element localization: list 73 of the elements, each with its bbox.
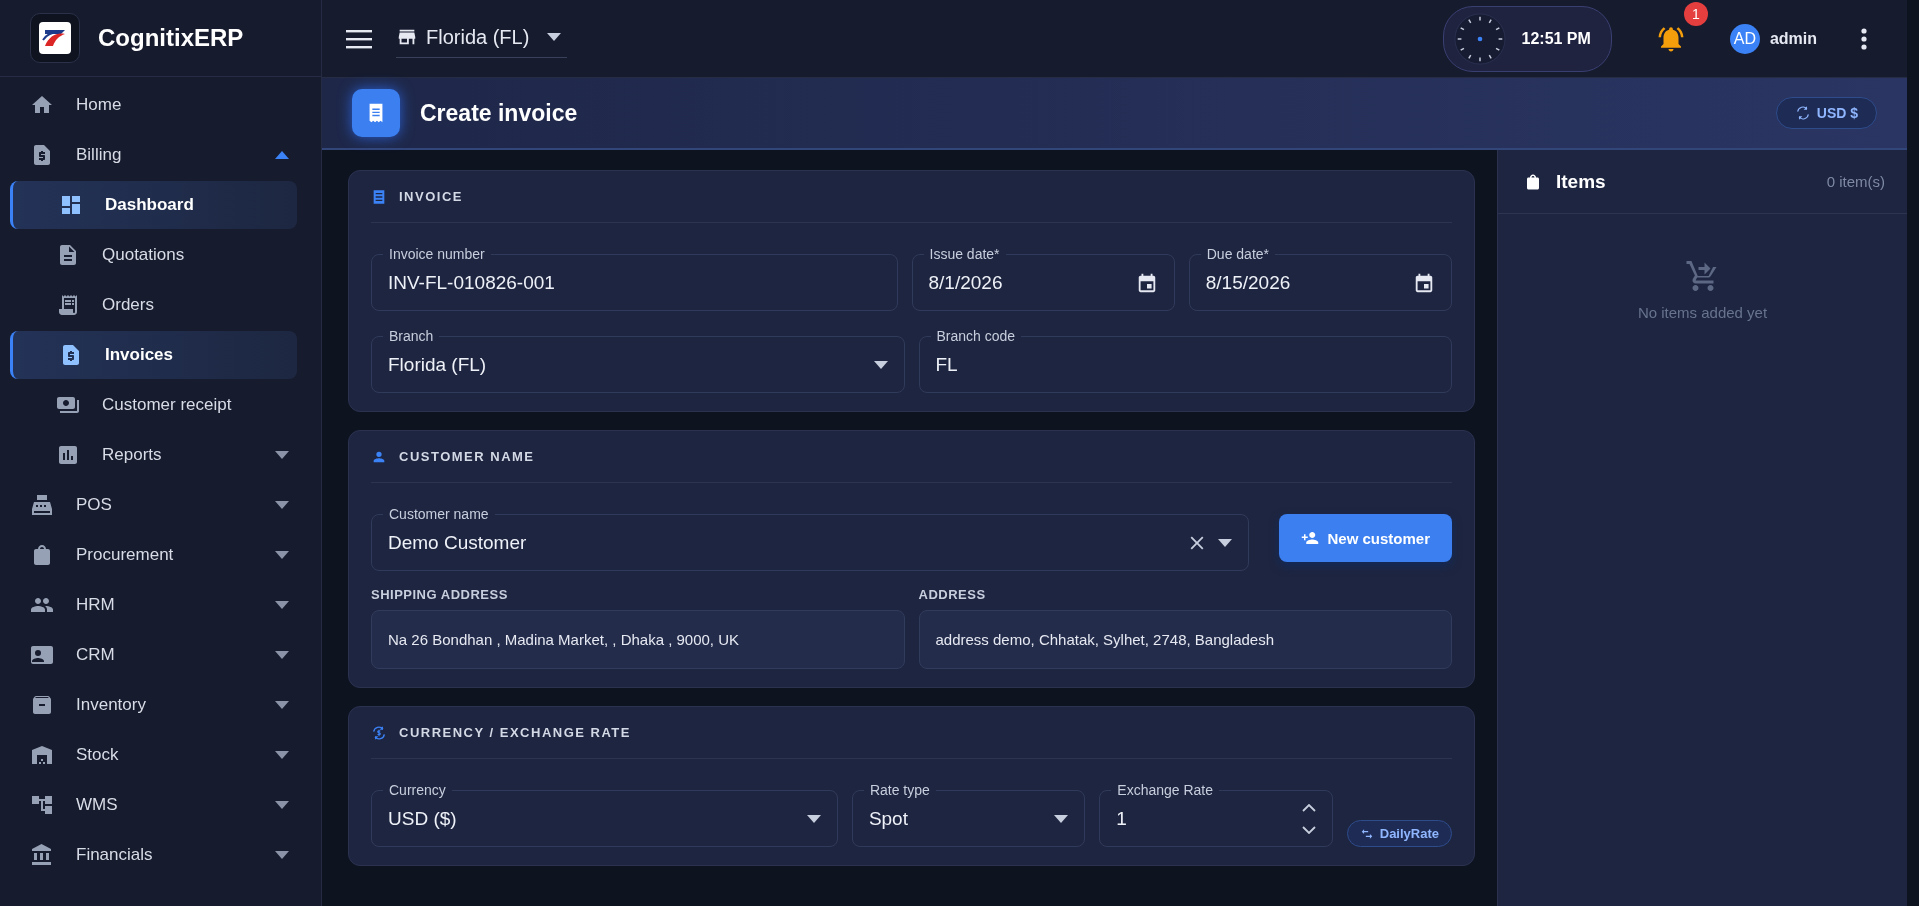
nav-icon <box>56 293 80 317</box>
expand-caret-icon <box>275 801 289 809</box>
currency-exchange-icon <box>371 724 387 741</box>
nav-icon <box>30 843 54 867</box>
address-text: Na 26 Bondhan , Madina Market, , Dhaka , 9000, UK <box>371 610 905 669</box>
document-icon <box>371 188 387 205</box>
nav-item[interactable]: Invoices <box>10 331 297 379</box>
address-label: SHIPPING ADDRESS <box>371 587 509 602</box>
nav-icon <box>30 743 54 767</box>
user-avatar[interactable]: AD <box>1729 23 1760 54</box>
nav-item[interactable]: Financials <box>10 831 297 879</box>
nav-item[interactable]: Dashboard <box>10 181 297 229</box>
calendar-icon <box>1413 271 1435 294</box>
caret-icon <box>806 814 821 823</box>
nav-item[interactable]: Customer receipt <box>10 381 297 429</box>
currency-badge[interactable]: USD $ <box>1775 97 1877 129</box>
currency-exchange-icon <box>1794 105 1811 121</box>
expand-caret-icon <box>275 851 289 859</box>
nav-item[interactable]: Stock <box>10 731 297 779</box>
nav-item[interactable]: HRM <box>10 581 297 629</box>
caret-icon <box>1054 814 1069 823</box>
expand-caret-icon <box>275 751 289 759</box>
user-name[interactable]: admin <box>1769 29 1817 48</box>
collapse-caret-icon <box>275 151 289 159</box>
nav-icon <box>59 193 83 217</box>
invoice-icon <box>352 89 400 137</box>
expand-caret-icon <box>275 551 289 559</box>
nav-icon <box>30 493 54 517</box>
nav-icon <box>30 643 54 667</box>
item-count: 0 item(s) <box>1826 173 1885 190</box>
expand-caret-icon <box>275 651 289 659</box>
add-person-icon <box>1301 529 1320 547</box>
notification-badge: 1 <box>1683 1 1708 26</box>
address-label: ADDRESS <box>918 587 987 602</box>
field-label: Exchange Rate <box>1111 781 1220 799</box>
expand-caret-icon <box>275 451 289 459</box>
section-title: CURRENCY / EXCHANGE RATE <box>399 725 631 740</box>
caret-icon <box>873 360 888 369</box>
daily-rate-button[interactable]: DailyRate <box>1346 820 1452 847</box>
page-title: Create invoice <box>420 99 578 127</box>
expand-caret-icon <box>275 601 289 609</box>
nav-icon <box>30 693 54 717</box>
nav-item[interactable]: Inventory <box>10 681 297 729</box>
more-icon <box>1861 27 1867 50</box>
section-title: INVOICE <box>399 189 463 204</box>
panel-title: Items <box>1556 170 1607 193</box>
nav-item[interactable]: Home <box>10 81 297 129</box>
caret-icon <box>1218 538 1233 547</box>
bag-icon <box>1524 172 1542 191</box>
caret-icon <box>547 33 562 41</box>
nav-item[interactable]: WMS <box>10 781 297 829</box>
nav-icon <box>30 793 54 817</box>
nav-item[interactable]: POS <box>10 481 297 529</box>
menu-icon <box>346 28 372 49</box>
address-text: address demo, Chhatak, Sylhet, 2748, Bangladesh <box>918 610 1452 669</box>
expand-caret-icon <box>275 501 289 509</box>
expand-caret-icon <box>275 701 289 709</box>
empty-message: No items added yet <box>1637 304 1768 321</box>
new-customer-button[interactable]: New customer <box>1279 514 1452 562</box>
branch-selector[interactable]: Florida (FL) <box>396 19 568 58</box>
clock-face-icon <box>1453 12 1506 65</box>
nav-item[interactable]: Quotations <box>10 231 297 279</box>
clock-time: 12:51 PM <box>1521 29 1591 48</box>
logo-icon <box>30 13 80 63</box>
nav-item[interactable]: Procurement <box>10 531 297 579</box>
nav-item[interactable]: CRM <box>10 631 297 679</box>
spinner-icon <box>1301 803 1316 834</box>
nav-icon <box>56 443 80 467</box>
nav-item[interactable]: Orders <box>10 281 297 329</box>
nav-item[interactable]: Billing <box>10 131 297 179</box>
section-title: CUSTOMER NAME <box>399 449 535 464</box>
brand-name: CognitixERP <box>98 24 244 52</box>
nav-item[interactable]: Reports <box>10 431 297 479</box>
